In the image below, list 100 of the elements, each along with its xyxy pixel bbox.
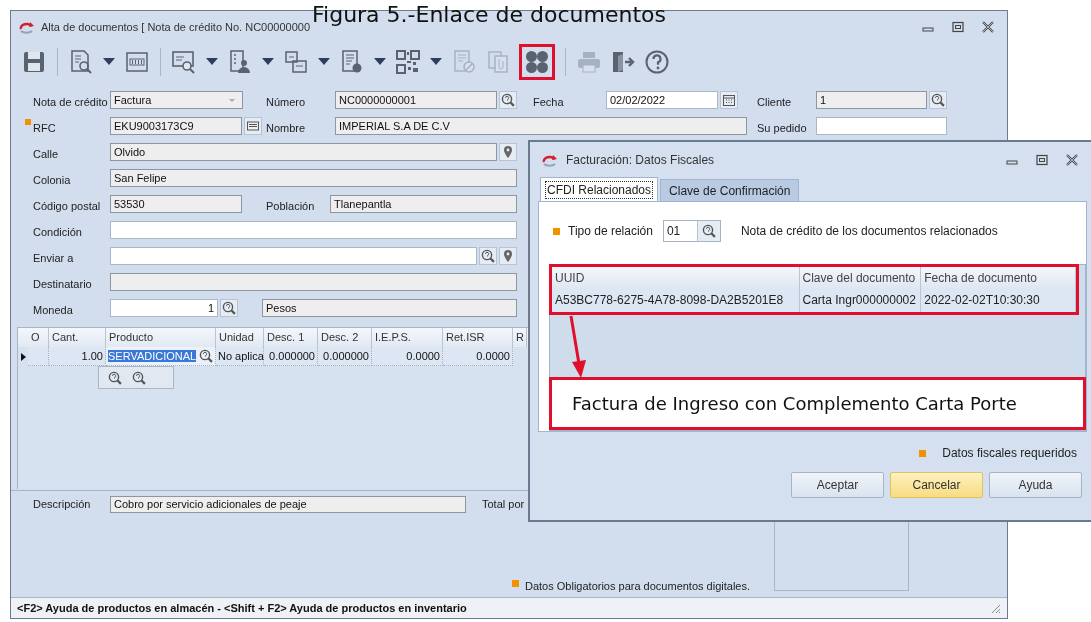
figure-caption: Figura 5.-Enlace de documentos [312, 2, 666, 27]
field-label: Cliente [757, 95, 792, 108]
relation-description: Nota de crédito de los documentos relacionados [740, 224, 998, 238]
text-field[interactable]: EKU9003173C9 [110, 117, 242, 135]
field-label: Moneda [33, 303, 73, 316]
callout-text: Factura de Ingreso con Complemento Carta Porte [549, 377, 1086, 430]
text-field[interactable]: Olvido [110, 143, 497, 161]
search-button[interactable] [220, 299, 238, 317]
restore-icon[interactable] [1035, 153, 1049, 166]
table-cell[interactable]: 0.000000 [318, 347, 372, 366]
field-label: Su pedido [757, 121, 807, 134]
field-label: Descripción [33, 498, 92, 510]
text-field[interactable]: 01 [662, 220, 721, 242]
search-button[interactable] [199, 349, 214, 363]
text-field[interactable]: San Felipe [110, 169, 517, 187]
text-field[interactable]: IMPERIAL S.A DE C.V [335, 117, 747, 135]
text-field[interactable]: Pesos [262, 299, 517, 317]
legend-text: Datos fiscales requeridos [942, 446, 1077, 460]
dialog-title: Facturación: Datos Fiscales [566, 152, 715, 167]
text-field[interactable]: Cobro por servicio adicionales de peaje [110, 495, 466, 513]
search-icon [132, 370, 146, 385]
text-field[interactable]: 02/02/2022 [606, 91, 718, 109]
field-label: Nota de crédito [33, 95, 108, 108]
status-bar-text: <F2> Ayuda de productos en almacén - <Shift + F2> Ayuda de productos en inventario [17, 602, 467, 614]
dialog-button[interactable]: Ayuda [989, 472, 1082, 498]
map-pin-button[interactable] [499, 143, 517, 161]
dialog-button[interactable]: Aceptar [791, 472, 884, 498]
field-label: Nombre [266, 121, 306, 134]
table-cell[interactable] [28, 347, 49, 366]
help-icon[interactable] [644, 49, 670, 75]
calendar-icon [722, 93, 736, 107]
search-button[interactable] [929, 91, 947, 109]
field-label: Fecha [533, 95, 564, 108]
legend-marker-icon [512, 579, 519, 587]
field-label: Número [266, 95, 306, 108]
field-label: Condición [33, 225, 82, 238]
restore-icon[interactable] [951, 21, 965, 33]
app-logo-icon [542, 152, 558, 167]
window-title: Alta de documentos [ Nota de crédito No. NC00000000 [41, 21, 311, 33]
field-label: Colonia [33, 173, 71, 186]
field-label: Enviar a [33, 251, 74, 264]
text-field[interactable] [110, 221, 517, 239]
search-icon [222, 301, 236, 315]
legend-marker-icon [919, 449, 927, 457]
calendar-button[interactable] [720, 91, 738, 109]
app-logo-icon [19, 20, 35, 34]
legend-text: Datos Obligatorios para documentos digitales. [525, 580, 750, 592]
map-pin-button[interactable] [499, 247, 517, 265]
field-label: Destinatario [33, 277, 92, 290]
table-cell[interactable]: SERVADICIONAL [106, 347, 216, 366]
table-cell[interactable]: 0.0000 [443, 347, 513, 366]
screen-search-icon[interactable] [171, 49, 197, 75]
search-button[interactable] [499, 91, 517, 109]
resize-grip-icon[interactable] [989, 602, 1001, 614]
table-cell[interactable]: 0.0000 [372, 347, 443, 366]
dialog-button[interactable]: Cancelar [890, 472, 983, 498]
close-icon[interactable] [1065, 153, 1079, 166]
card-icon [246, 119, 260, 133]
search-icon [199, 349, 214, 363]
search-button[interactable] [696, 221, 720, 241]
tab[interactable]: CFDI Relacionados [540, 177, 659, 201]
exit-icon[interactable] [610, 49, 636, 75]
field-label: Calle [33, 147, 59, 160]
search-icon [501, 93, 515, 107]
text-field[interactable]: Tlanepantla [330, 195, 517, 213]
text-field[interactable]: NC0000000001 [335, 91, 497, 109]
tab[interactable]: Clave de Confirmación [660, 179, 800, 201]
dropdown-field[interactable]: Factura [110, 91, 243, 109]
field-label: Población [266, 199, 315, 212]
text-field[interactable] [110, 247, 477, 265]
table-cell[interactable]: A53BC778-6275-4A78-8098-DA2B5201E8 [552, 288, 800, 312]
close-icon[interactable] [981, 21, 995, 33]
table-cell[interactable]: 0.000000 [264, 347, 318, 366]
search-icon [701, 224, 716, 238]
field-label: Código postal [33, 199, 101, 212]
map-pin-icon [501, 145, 515, 159]
table-cell[interactable]: 1.00 [49, 347, 106, 366]
text-field[interactable] [110, 273, 517, 291]
text-field[interactable] [816, 117, 947, 135]
user-document-icon[interactable] [227, 49, 253, 75]
table-cell[interactable]: 2022-02-02T10:30:30 [921, 288, 1076, 312]
document-search-icon[interactable] [68, 49, 94, 75]
save-icon[interactable] [21, 49, 47, 75]
qr-code-icon[interactable] [395, 49, 421, 75]
text-field[interactable]: 1 [816, 91, 927, 109]
table-cell[interactable]: No aplica [216, 347, 264, 366]
search-icon [481, 249, 495, 263]
field-label: RFC [33, 121, 56, 134]
search-icon [931, 93, 945, 107]
card-button[interactable] [244, 117, 262, 135]
column-header[interactable]: R [513, 328, 527, 347]
text-field[interactable]: 53530 [110, 195, 242, 213]
search-button[interactable] [479, 247, 497, 265]
table-cell[interactable]: Carta Ingr000000002 [799, 288, 922, 312]
stacked-boxes-icon[interactable] [283, 49, 309, 75]
text-field[interactable]: 1 [110, 299, 218, 317]
numbered-document-icon[interactable] [124, 49, 150, 75]
field-label: Tipo de relación [568, 224, 653, 238]
search-icon [108, 370, 122, 385]
map-pin-icon [501, 249, 515, 263]
